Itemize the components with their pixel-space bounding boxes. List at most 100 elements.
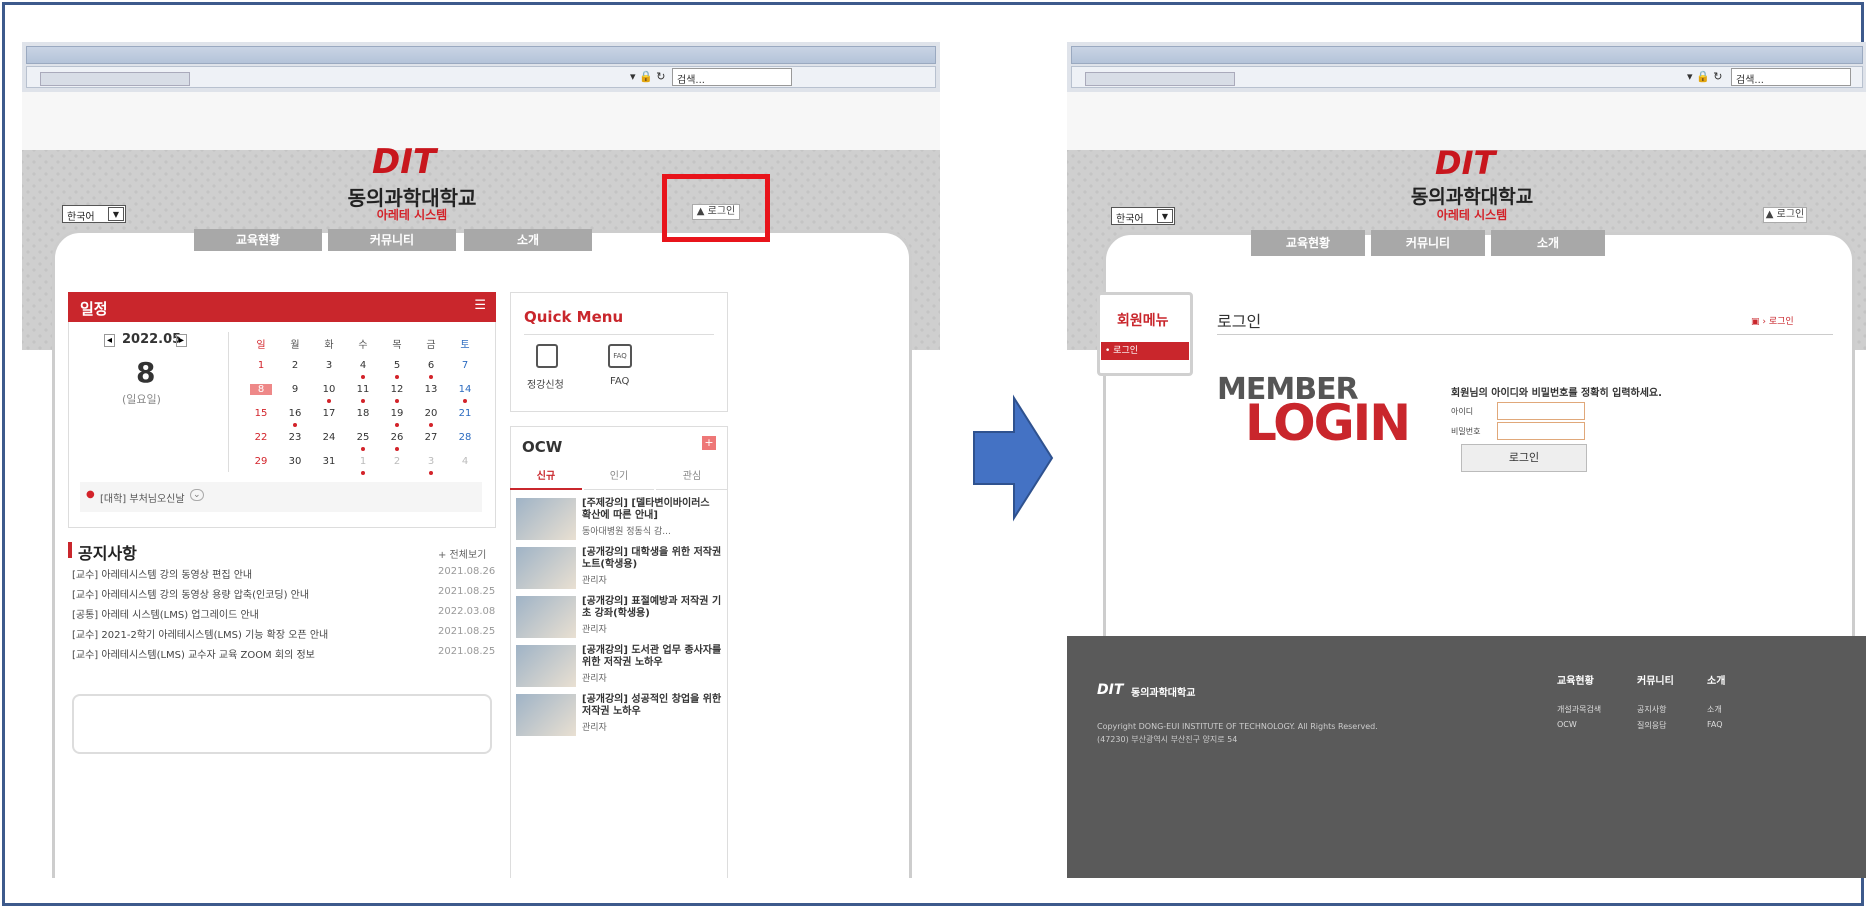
quick-menu-item-course[interactable]: 정강신청: [527, 376, 564, 391]
calendar-day[interactable]: 10: [318, 384, 340, 395]
ocw-item-title[interactable]: [공개강의] 표절예방과 저작권 기초 강좌(학생용): [582, 596, 722, 620]
login-instruction: 회원님의 아이디와 비밀번호를 정확히 입력하세요.: [1451, 388, 1662, 399]
lock-refresh-icon-2[interactable]: ▾ 🔒 ↻: [1687, 70, 1722, 83]
calendar-day[interactable]: 8: [250, 384, 272, 395]
calendar-day[interactable]: 25: [352, 432, 374, 443]
plus-icon[interactable]: +: [702, 436, 716, 450]
tab-interest[interactable]: 관심: [656, 466, 728, 490]
login-submit-button[interactable]: 로그인: [1461, 444, 1587, 472]
browser-search-box[interactable]: 검색...: [672, 68, 792, 86]
notice-item[interactable]: [공통] 아레테 시스템(LMS) 업그레이드 안내: [72, 606, 259, 621]
calendar-day[interactable]: 2: [386, 456, 408, 467]
notice-item[interactable]: [교수] 아레테시스템 강의 동영상 용량 압축(인코딩) 안내: [72, 586, 309, 601]
footer-col-community[interactable]: 커뮤니티: [1637, 672, 1674, 687]
ocw-thumbnail[interactable]: [516, 694, 576, 736]
calendar-day[interactable]: 28: [454, 432, 476, 443]
calendar-day[interactable]: 9: [284, 384, 306, 395]
calendar-day[interactable]: 27: [420, 432, 442, 443]
ocw-item-title[interactable]: [공개강의] 대학생을 위한 저작권 노트(학생용): [582, 547, 722, 571]
footer-link-about[interactable]: 소개: [1707, 704, 1722, 715]
calendar-day[interactable]: 22: [250, 432, 272, 443]
calendar-day[interactable]: 26: [386, 432, 408, 443]
calendar-day[interactable]: 30: [284, 456, 306, 467]
language-select-2[interactable]: 한국어 ▼: [1111, 207, 1175, 225]
calendar-day[interactable]: 20: [420, 408, 442, 419]
quick-menu-item-faq[interactable]: FAQ: [610, 376, 629, 387]
site-footer: DIT 동의과학대학교 Copyright DONG-EUI INSTITUTE…: [1067, 636, 1866, 878]
notice-item[interactable]: [교수] 2021-2학기 아레테시스템(LMS) 기능 확장 오픈 안내: [72, 626, 328, 641]
notice-more-link[interactable]: + 전체보기: [438, 546, 486, 561]
footer-col-about[interactable]: 소개: [1707, 672, 1725, 687]
calendar-day[interactable]: 11: [352, 384, 374, 395]
browser-tabs[interactable]: [40, 72, 190, 86]
next-month-icon[interactable]: ▸: [176, 334, 188, 347]
nav-education-2[interactable]: 교육현황: [1251, 230, 1365, 256]
notice-item[interactable]: [교수] 아레테시스템(LMS) 교수자 교육 ZOOM 회의 정보: [72, 646, 315, 661]
browser-tabs-2[interactable]: [1085, 72, 1235, 86]
calendar-day[interactable]: 15: [250, 408, 272, 419]
ocw-item-title[interactable]: [주제강의] [델타변이바이러스 확산에 따른 안내]: [582, 498, 722, 522]
chevron-down-icon-2: ▼: [1157, 209, 1173, 223]
faq-icon[interactable]: FAQ: [608, 344, 632, 368]
list-icon[interactable]: ☰: [474, 298, 486, 313]
calendar-day[interactable]: 3: [420, 456, 442, 467]
calendar-day[interactable]: 1: [352, 456, 374, 467]
notice-item[interactable]: [교수] 아레테시스템 강의 동영상 편집 안내: [72, 566, 252, 581]
ocw-thumbnail[interactable]: [516, 596, 576, 638]
ocw-thumbnail[interactable]: [516, 645, 576, 687]
calendar-day[interactable]: 29: [250, 456, 272, 467]
tab-popular[interactable]: 인기: [584, 466, 654, 490]
calendar-day[interactable]: 18: [352, 408, 374, 419]
calendar-day[interactable]: 23: [284, 432, 306, 443]
heading-divider: [1217, 334, 1833, 335]
expand-icon[interactable]: ⌄: [190, 489, 204, 501]
calendar-day[interactable]: 1: [250, 360, 272, 371]
book-icon[interactable]: [536, 344, 558, 368]
calendar-day[interactable]: 19: [386, 408, 408, 419]
schedule-event[interactable]: ● [대학] 부처님오신날 ⌄: [80, 482, 482, 512]
nav-education[interactable]: 교육현황: [194, 229, 322, 251]
event-dot: [361, 471, 365, 475]
id-input[interactable]: [1497, 402, 1585, 420]
ocw-thumbnail[interactable]: [516, 498, 576, 540]
browser-blank-area: [22, 92, 940, 150]
calendar-day[interactable]: 13: [420, 384, 442, 395]
nav-about-2[interactable]: 소개: [1491, 230, 1605, 256]
calendar-day[interactable]: 21: [454, 408, 476, 419]
browser-search-box-2[interactable]: 검색...: [1731, 68, 1851, 86]
calendar-day[interactable]: 16: [284, 408, 306, 419]
nav-community-2[interactable]: 커뮤니티: [1371, 230, 1485, 256]
member-menu-login[interactable]: • 로그인: [1101, 342, 1189, 360]
nav-about[interactable]: 소개: [464, 229, 592, 251]
calendar-day[interactable]: 31: [318, 456, 340, 467]
footer-link-ocw[interactable]: OCW: [1557, 720, 1577, 729]
language-select[interactable]: 한국어 ▼: [62, 205, 126, 223]
calendar-day[interactable]: 3: [318, 360, 340, 371]
prev-month-icon[interactable]: ◂: [104, 334, 116, 347]
calendar-day[interactable]: 17: [318, 408, 340, 419]
ocw-item-title[interactable]: [공개강의] 성공적인 창업을 위한 저작권 노하우: [582, 694, 722, 718]
password-input[interactable]: [1497, 422, 1585, 440]
calendar-day[interactable]: 7: [454, 360, 476, 371]
footer-link-qna[interactable]: 질의응답: [1637, 720, 1666, 731]
tab-new[interactable]: 신규: [510, 466, 582, 490]
login-button-2[interactable]: ▲ 로그인: [1763, 207, 1807, 223]
calendar-day[interactable]: 14: [454, 384, 476, 395]
lock-refresh-icon[interactable]: ▾ 🔒 ↻: [630, 70, 665, 83]
footer-link-faq[interactable]: FAQ: [1707, 720, 1723, 729]
calendar-day[interactable]: 4: [454, 456, 476, 467]
calendar-day[interactable]: 12: [386, 384, 408, 395]
calendar-day[interactable]: 5: [386, 360, 408, 371]
nav-community[interactable]: 커뮤니티: [328, 229, 456, 251]
event-dot: [361, 375, 365, 379]
footer-link-notice[interactable]: 공지사항: [1637, 704, 1666, 715]
footer-link-course-search[interactable]: 개설과목검색: [1557, 704, 1601, 715]
calendar-day[interactable]: 24: [318, 432, 340, 443]
calendar-day[interactable]: 6: [420, 360, 442, 371]
footer-col-education[interactable]: 교육현황: [1557, 672, 1594, 687]
calendar-day[interactable]: 4: [352, 360, 374, 371]
ocw-thumbnail[interactable]: [516, 547, 576, 589]
event-dot-icon: ●: [86, 489, 95, 500]
ocw-item-title[interactable]: [공개강의] 도서관 업무 종사자를 위한 저작권 노하우: [582, 645, 722, 669]
calendar-day[interactable]: 2: [284, 360, 306, 371]
